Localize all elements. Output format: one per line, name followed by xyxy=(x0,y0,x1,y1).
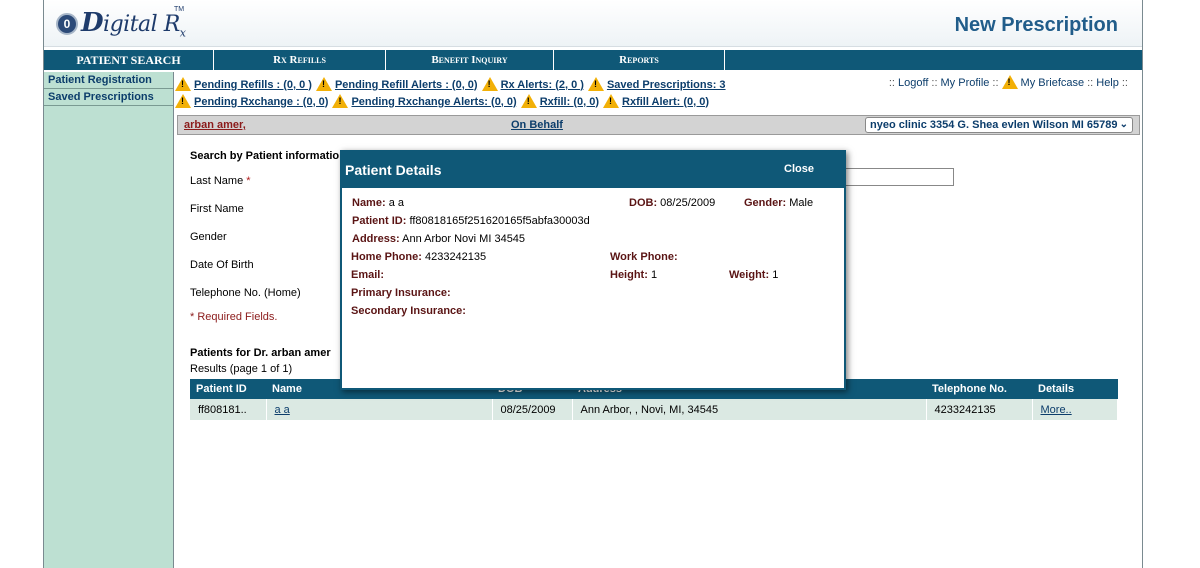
pending-rxchange-link[interactable]: Pending Rxchange : (0, 0) xyxy=(194,96,328,108)
warning-icon xyxy=(1001,75,1018,89)
first-name-label: First Name xyxy=(190,203,244,215)
separator: :: xyxy=(931,77,938,89)
page-title: New Prescription xyxy=(954,14,1118,36)
patient-dob-field: DOB: 08/25/2009 xyxy=(629,197,716,209)
nav-benefit-inquiry[interactable]: Benefit Inquiry xyxy=(386,50,554,70)
weight-field: Weight: 1 xyxy=(729,269,779,281)
last-name-label: Last Name * xyxy=(190,175,251,187)
current-user-link[interactable]: arban amer, xyxy=(184,119,246,131)
patient-details-modal: Patient Details Close Name: a a DOB: 08/… xyxy=(340,150,846,390)
telephone-label: Telephone No. (Home) xyxy=(190,287,301,299)
logo-badge-icon: 0 xyxy=(56,12,78,35)
cell-dob: 08/25/2009 xyxy=(492,399,573,420)
nav-reports[interactable]: Reports xyxy=(554,50,725,70)
saved-prescriptions-link[interactable]: Saved Prescriptions: 3 xyxy=(607,79,726,91)
warning-icon xyxy=(603,93,620,108)
separator: :: xyxy=(1087,77,1094,89)
top-links: :: Logoff :: My Profile :: My Briefcase … xyxy=(886,75,1131,90)
separator: :: xyxy=(1121,77,1128,89)
patients-heading: Patients for Dr. arban amer xyxy=(190,347,331,359)
alerts-bar: Pending Refills : (0, 0 ) Pending Refill… xyxy=(175,75,1141,110)
sidebar-item-patient-registration[interactable]: Patient Registration xyxy=(44,72,173,89)
height-field: Height: 1 xyxy=(610,269,658,281)
required-mark: * xyxy=(246,175,251,187)
required-fields-note: * Required Fields. xyxy=(190,311,278,323)
warning-icon xyxy=(481,76,498,91)
separator: :: xyxy=(888,77,895,89)
cell-patient-id: ff808181.. xyxy=(190,399,267,420)
rx-alerts-link[interactable]: Rx Alerts: (2, 0 ) xyxy=(501,79,584,91)
alerts-row-2: Pending Rxchange : (0, 0) Pending Rxchan… xyxy=(175,93,1141,110)
warning-icon xyxy=(315,76,332,91)
results-count: Results (page 1 of 1) xyxy=(190,363,293,375)
modal-header: Patient Details Close xyxy=(342,152,844,188)
nav-patient-search[interactable]: PATIENT SEARCH xyxy=(44,50,214,70)
rxfill-alert-link[interactable]: Rxfill Alert: (0, 0) xyxy=(622,96,709,108)
cell-telephone: 4233242135 xyxy=(926,399,1033,420)
search-form-heading: Search by Patient informatio xyxy=(190,150,340,162)
pending-rxchange-alerts-link[interactable]: Pending Rxchange Alerts: (0, 0) xyxy=(351,96,516,108)
on-behalf-link[interactable]: On Behalf xyxy=(511,119,563,131)
help-link[interactable]: Help xyxy=(1096,77,1119,89)
sidebar-item-saved-prescriptions[interactable]: Saved Prescriptions xyxy=(44,89,173,106)
col-telephone: Telephone No. xyxy=(926,379,1032,399)
secondary-insurance-field: Secondary Insurance: xyxy=(351,305,466,317)
home-phone-field: Home Phone: 4233242135 xyxy=(351,251,487,263)
patient-address-field: Address: Ann Arbor Novi MI 34545 xyxy=(352,233,526,245)
cell-details: More.. xyxy=(1032,399,1118,420)
gender-label: Gender xyxy=(190,231,227,243)
work-phone-field: Work Phone: xyxy=(610,251,678,263)
clinic-select[interactable]: nyeo clinic 3354 G. Shea evlen Wilson MI… xyxy=(865,117,1133,133)
warning-icon xyxy=(587,76,604,91)
more-details-link[interactable]: More.. xyxy=(1041,404,1072,416)
chevron-down-icon: ⌄ xyxy=(1119,119,1128,130)
warning-icon xyxy=(175,93,191,108)
dob-label: Date Of Birth xyxy=(190,259,254,271)
separator: :: xyxy=(992,77,999,89)
warning-icon xyxy=(520,93,537,108)
close-button[interactable]: Close xyxy=(784,163,814,175)
clinic-select-value: nyeo clinic 3354 G. Shea evlen Wilson MI… xyxy=(870,119,1118,131)
email-field: Email: xyxy=(351,269,385,281)
logo-text: Digital Rx xyxy=(81,8,186,40)
rxfill-link[interactable]: Rxfill: (0, 0) xyxy=(540,96,599,108)
patient-name-field: Name: a a xyxy=(352,197,404,209)
my-profile-link[interactable]: My Profile xyxy=(941,77,990,89)
pending-refills-link[interactable]: Pending Refills : (0, 0 ) xyxy=(194,79,312,91)
col-details: Details xyxy=(1032,379,1118,399)
warning-icon xyxy=(332,93,349,108)
main-nav: PATIENT SEARCH Rx Refills Benefit Inquir… xyxy=(44,50,1142,70)
my-briefcase-link[interactable]: My Briefcase xyxy=(1021,77,1085,89)
patient-id-field: Patient ID: ff80818165f251620165f5abfa30… xyxy=(352,215,590,227)
app-header: 0 Digital Rx TM New Prescription xyxy=(44,0,1142,47)
pending-refill-alerts-link[interactable]: Pending Refill Alerts : (0, 0) xyxy=(335,79,478,91)
warning-icon xyxy=(175,76,191,91)
cell-address: Ann Arbor, , Novi, MI, 34545 xyxy=(572,399,927,420)
logo-trademark: TM xyxy=(174,6,185,13)
table-row: ff808181.. a a 08/25/2009 Ann Arbor, , N… xyxy=(190,399,1118,420)
patient-name-link[interactable]: a a xyxy=(275,404,290,416)
cell-name: a a xyxy=(266,399,493,420)
sidebar: Patient Registration Saved Prescriptions xyxy=(44,72,174,568)
modal-title: Patient Details xyxy=(345,162,442,178)
nav-rx-refills[interactable]: Rx Refills xyxy=(214,50,386,70)
logoff-link[interactable]: Logoff xyxy=(898,77,928,89)
primary-insurance-field: Primary Insurance: xyxy=(351,287,451,299)
col-patient-id: Patient ID xyxy=(190,379,266,399)
on-behalf-bar: arban amer, On Behalf nyeo clinic 3354 G… xyxy=(177,115,1140,135)
patient-gender-field: Gender: Male xyxy=(744,197,814,209)
last-name-input[interactable] xyxy=(845,168,954,186)
digital-rx-logo: 0 Digital Rx TM xyxy=(56,6,186,40)
